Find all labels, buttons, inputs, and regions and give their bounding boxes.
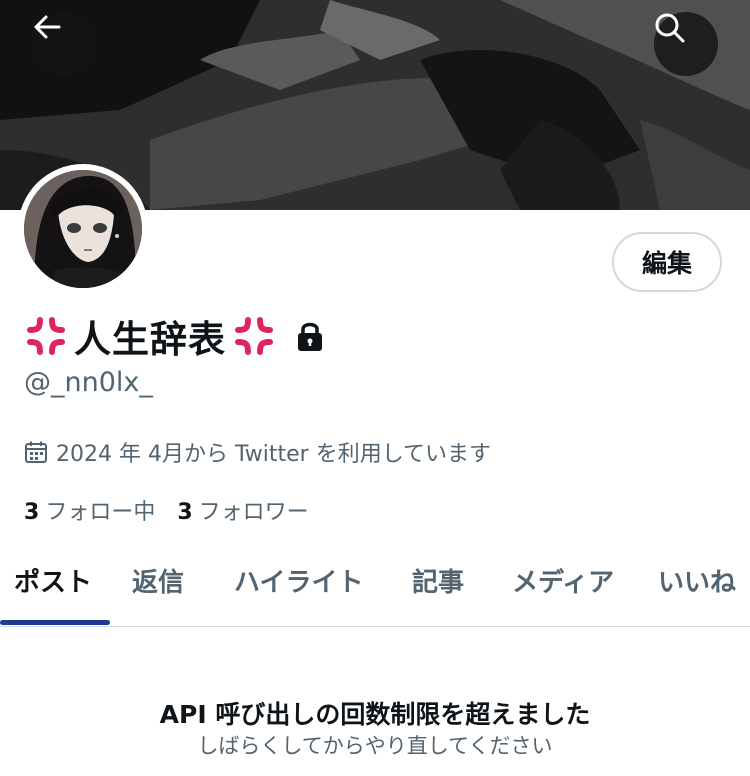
edit-profile-button[interactable]: 編集: [612, 232, 722, 292]
tab-posts[interactable]: ポスト: [14, 562, 92, 599]
profile-name-row: 人生辞表: [24, 308, 324, 364]
profile-tabs: ポスト 返信 ハイライト 記事 メディア いいね: [0, 548, 750, 627]
user-handle: @_nn0lx_: [24, 367, 153, 398]
tab-highlights[interactable]: ハイライト: [234, 562, 363, 599]
profile-page: 編集 人生辞表 @_nn0lx_ 2024 年 4月から Twitter を利用…: [0, 0, 750, 776]
avatar[interactable]: [18, 164, 148, 294]
avatar-image: [24, 170, 142, 288]
active-tab-indicator: [0, 620, 110, 625]
following-label: フォロー中: [45, 500, 156, 525]
tab-likes[interactable]: いいね: [658, 562, 736, 599]
calendar-icon: [25, 441, 47, 463]
anger-symbol-icon: [27, 317, 65, 355]
followers-link[interactable]: 3 フォロワー: [177, 494, 308, 526]
search-icon: [655, 13, 685, 43]
following-link[interactable]: 3 フォロー中: [24, 494, 155, 526]
lock-icon: [298, 322, 322, 351]
follow-stats: 3 フォロー中 3 フォロワー: [24, 494, 309, 526]
display-name: 人生辞表: [74, 318, 226, 361]
join-date: 2024 年 4月から Twitter を利用しています: [24, 436, 491, 468]
following-count: 3: [24, 500, 40, 525]
join-date-text: 2024 年 4月から Twitter を利用しています: [56, 442, 492, 467]
followers-count: 3: [177, 500, 193, 525]
followers-label: フォロワー: [198, 500, 309, 525]
tab-articles[interactable]: 記事: [412, 562, 464, 599]
tab-media[interactable]: メディア: [512, 562, 614, 599]
rate-limit-title: API 呼び出しの回数制限を超えました: [159, 700, 591, 729]
tab-replies[interactable]: 返信: [132, 562, 184, 599]
anger-symbol-icon: [235, 317, 273, 355]
rate-limit-subtitle: しばらくしてからやり直してください: [197, 734, 553, 758]
search-button[interactable]: [654, 12, 718, 76]
arrow-left-icon: [34, 15, 61, 39]
back-button[interactable]: [32, 12, 96, 76]
